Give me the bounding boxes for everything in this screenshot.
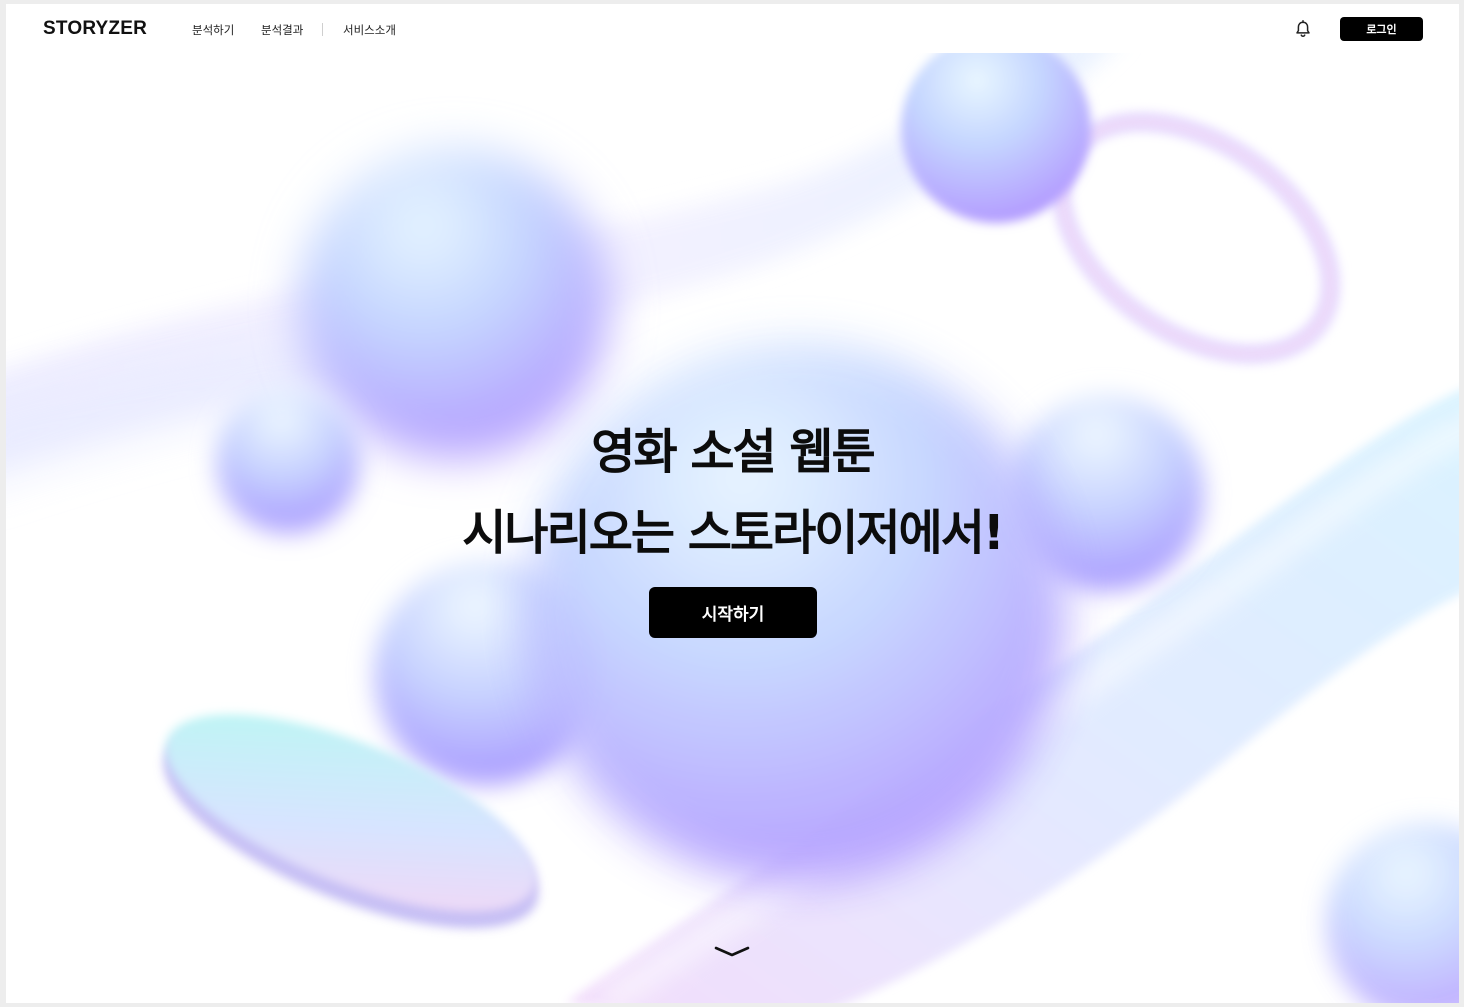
browser-viewport: STORYZER 분석하기 분석결과 서비스소개 로그인 영화 소설 웹툰 시나…	[6, 4, 1459, 1003]
chevron-down-icon[interactable]	[713, 943, 751, 961]
nav-item-results[interactable]: 분석결과	[261, 22, 303, 38]
bell-icon[interactable]	[1293, 19, 1313, 39]
hero-headline-line-2: 시나리오는 스토라이저에서!	[462, 505, 1005, 562]
nav-divider	[322, 23, 323, 36]
start-button[interactable]: 시작하기	[649, 587, 817, 638]
top-navigation-bar: STORYZER 분석하기 분석결과 서비스소개 로그인	[6, 4, 1459, 53]
nav-item-analyze[interactable]: 분석하기	[192, 22, 234, 38]
login-button[interactable]: 로그인	[1340, 17, 1423, 41]
nav-item-about-service[interactable]: 서비스소개	[343, 22, 396, 38]
hero-section: 영화 소설 웹툰 시나리오는 스토라이저에서! 시작하기	[6, 53, 1459, 1003]
hero-headline-line-1: 영화 소설 웹툰	[591, 424, 875, 481]
site-logo[interactable]: STORYZER	[43, 18, 147, 40]
